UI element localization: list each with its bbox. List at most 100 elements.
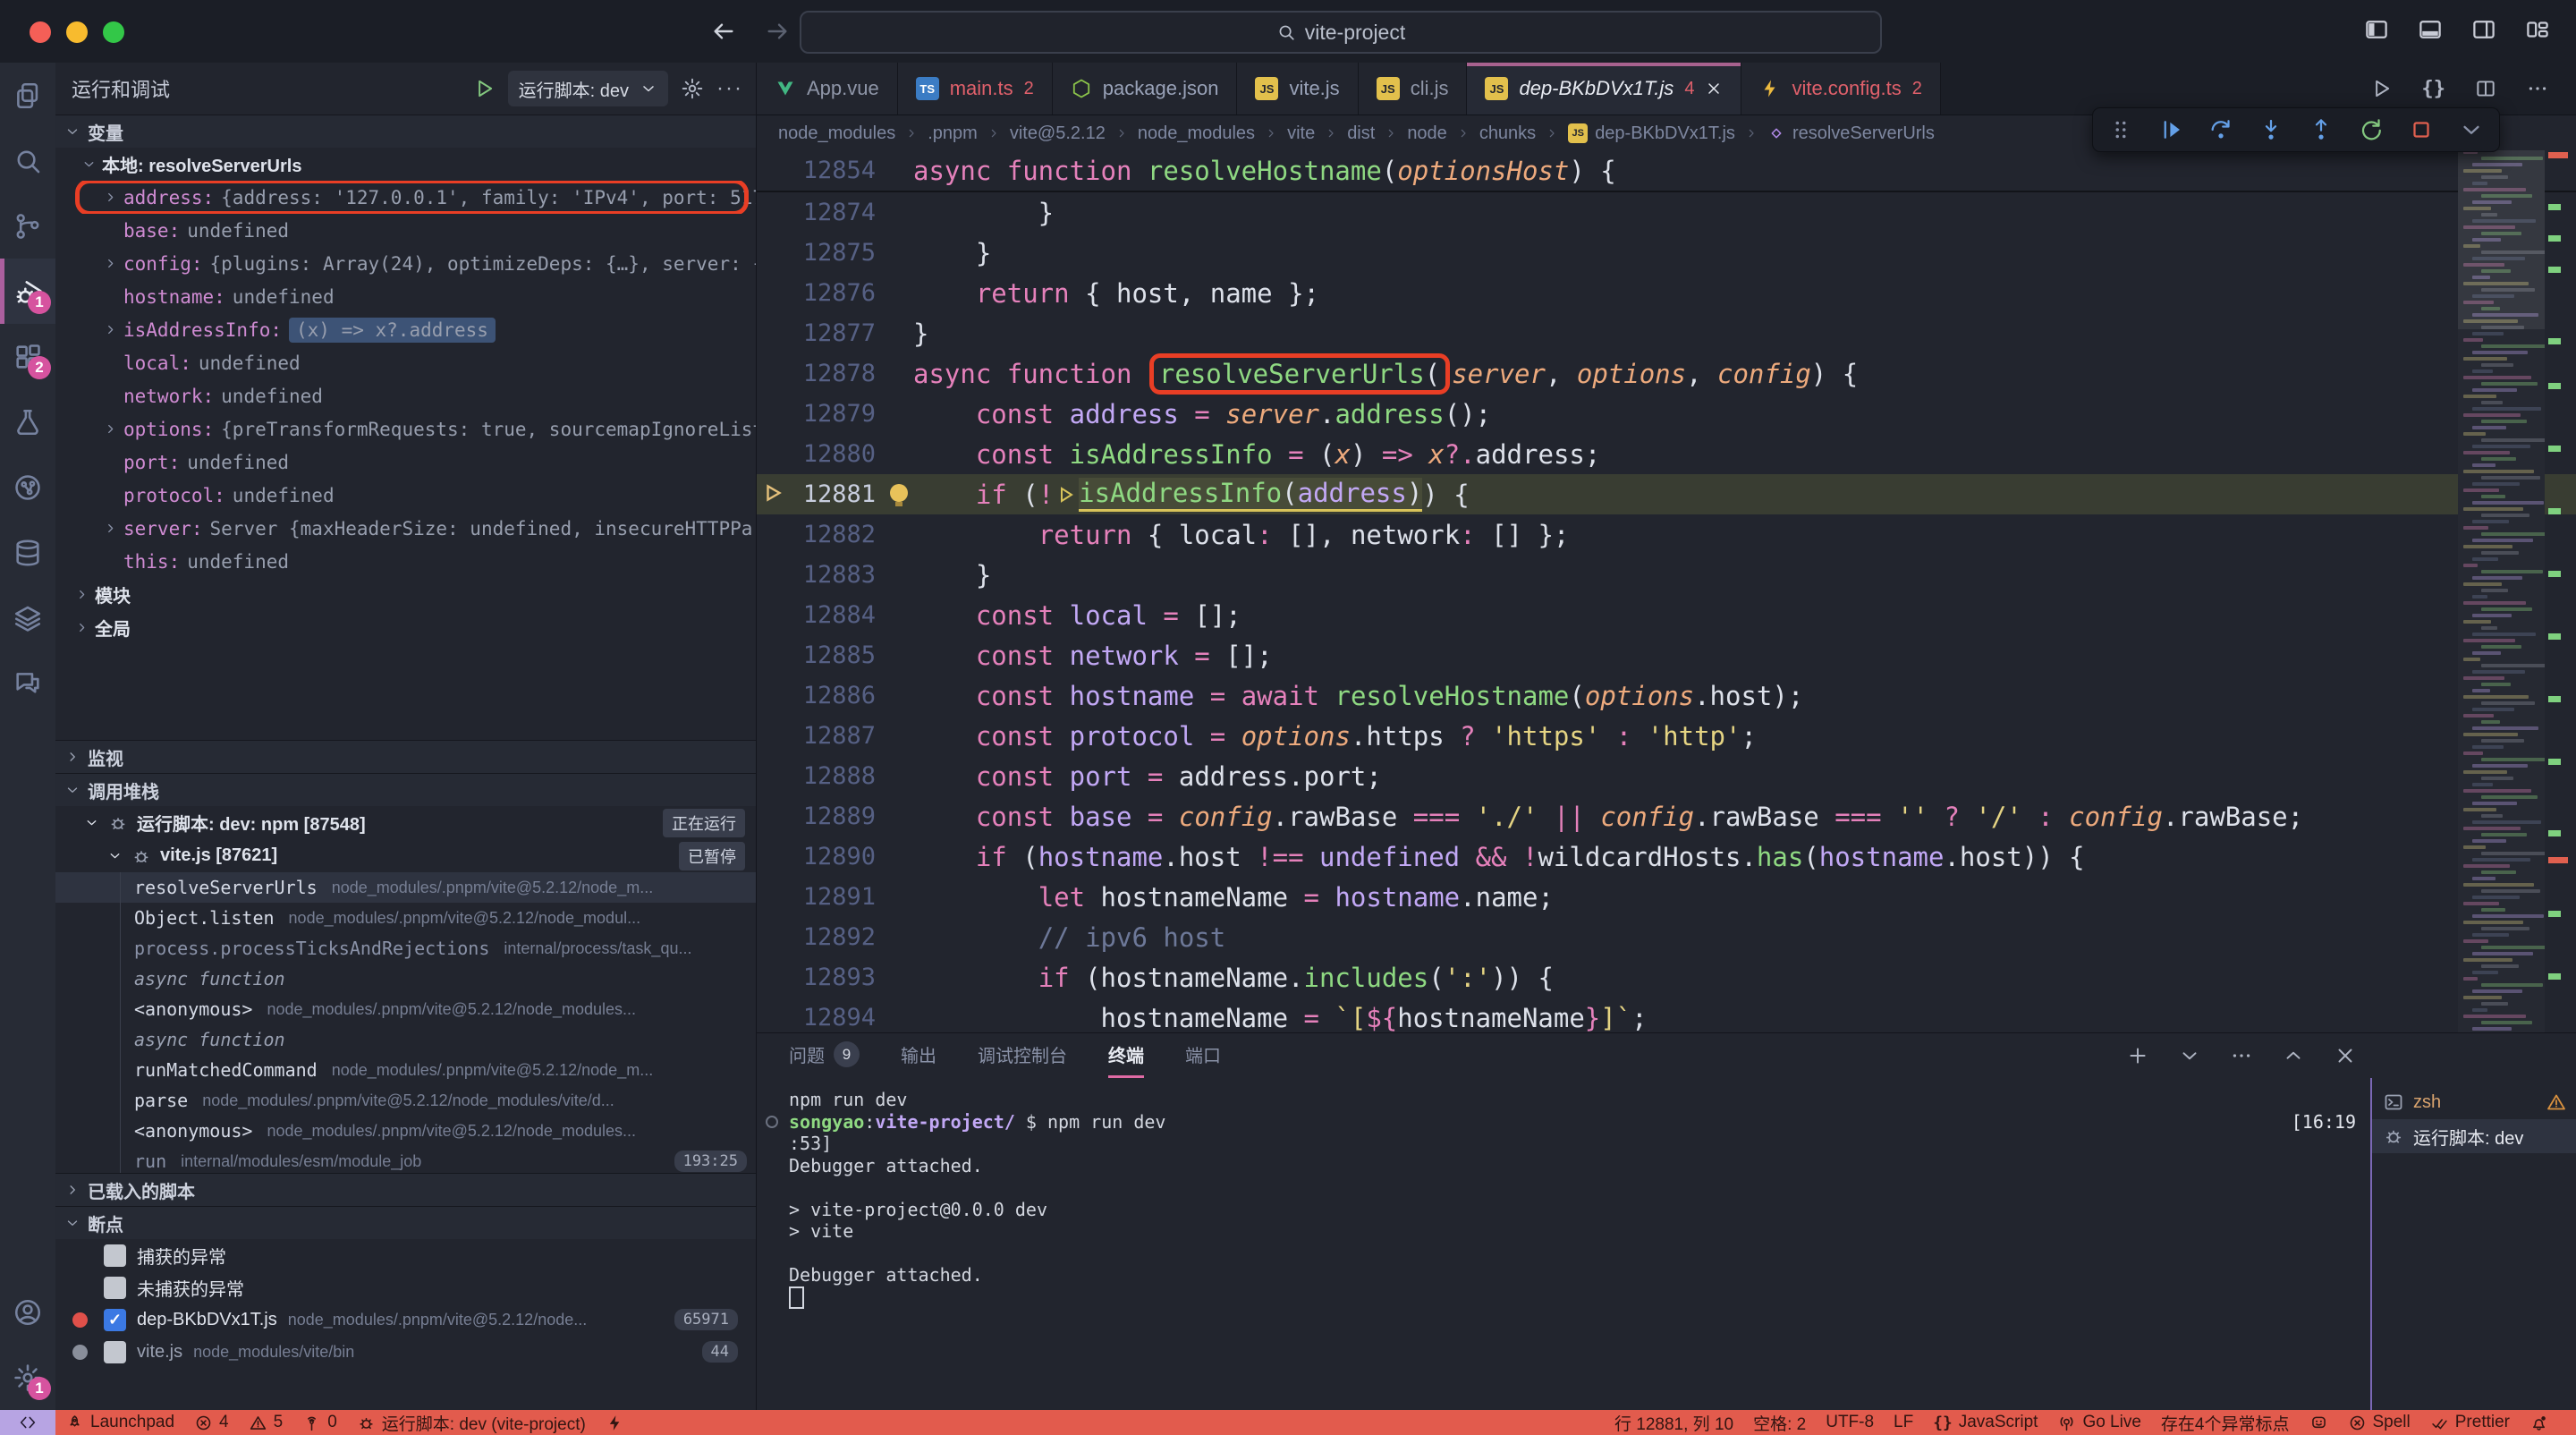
code-line-12888[interactable]: 12888 const port = address.port; — [757, 756, 2576, 796]
code-line-12880[interactable]: 12880 const isAddressInfo = (x) => x?.ad… — [757, 434, 2576, 474]
variable-row[interactable]: hostname:undefined — [55, 280, 756, 313]
status-Go Live[interactable]: Go Live — [2047, 1413, 2150, 1432]
line-number[interactable]: 12881 — [757, 474, 913, 514]
more-actions-icon[interactable]: ··· — [716, 76, 743, 101]
status-空格: 2[interactable]: 空格: 2 — [1743, 1411, 1816, 1435]
line-number[interactable]: 12885 — [757, 635, 913, 675]
code-line-12887[interactable]: 12887 const protocol = options.https ? '… — [757, 716, 2576, 756]
panel-tab-端口[interactable]: 端口 — [1185, 1033, 1221, 1078]
breakpoint-checkbox[interactable] — [104, 1277, 126, 1299]
variable-row[interactable]: base:undefined — [55, 214, 756, 247]
code-line-12876[interactable]: 12876 return { host, name }; — [757, 273, 2576, 313]
variable-row[interactable]: server:Server {maxHeaderSize: undefined,… — [55, 512, 756, 545]
line-number[interactable]: 12878 — [757, 353, 913, 394]
split-icon[interactable] — [2474, 77, 2497, 100]
code-line-12891[interactable]: 12891 let hostnameName = hostname.name; — [757, 877, 2576, 917]
debug-continue-icon[interactable] — [2157, 116, 2184, 143]
status-lightning[interactable] — [596, 1414, 634, 1432]
status-UTF-8[interactable]: UTF-8 — [1816, 1413, 1884, 1432]
line-number[interactable]: 12875 — [757, 233, 913, 273]
line-number[interactable]: 12889 — [757, 796, 913, 836]
code-line-12890[interactable]: 12890 if (hostname.host !== undefined &&… — [757, 836, 2576, 877]
debug-step-over-icon[interactable] — [2207, 116, 2234, 143]
line-number[interactable]: 12884 — [757, 595, 913, 635]
activity-settings[interactable]: 1 — [0, 1345, 55, 1410]
variable-group-row[interactable]: 全局 — [55, 611, 756, 644]
breadcrumb-item[interactable]: node — [1407, 123, 1447, 144]
breakpoint-checkbox[interactable]: ✓ — [104, 1309, 126, 1331]
status-存在4个异常标点[interactable]: 存在4个异常标点 — [2151, 1411, 2300, 1435]
status-运行脚本: dev (vite-project)[interactable]: 运行脚本: dev (vite-project) — [347, 1411, 596, 1435]
breadcrumb-item[interactable]: node_modules — [778, 123, 895, 144]
line-number[interactable]: 12883 — [757, 555, 913, 595]
activity-explorer[interactable] — [0, 63, 55, 128]
panel-tab-问题[interactable]: 问题9 — [789, 1033, 860, 1078]
line-number[interactable]: 12854 — [757, 150, 913, 191]
section-header-breakpoints[interactable]: 断点 — [55, 1206, 756, 1239]
forward-icon[interactable] — [763, 17, 793, 47]
minimap[interactable] — [2458, 150, 2545, 1036]
status-bell[interactable] — [2520, 1414, 2558, 1432]
line-number[interactable]: 12890 — [757, 836, 913, 877]
braces-icon[interactable]: {} — [2421, 77, 2445, 100]
tab-App.vue[interactable]: App.vue — [757, 63, 898, 115]
panel-tab-调试控制台[interactable]: 调试控制台 — [978, 1033, 1067, 1078]
activity-account[interactable] — [0, 1279, 55, 1345]
code-editor[interactable]: 12854async function resolveHostname(opti… — [757, 150, 2576, 1036]
section-header-call-stack[interactable]: 调用堆栈 — [55, 773, 756, 806]
code-line-12874[interactable]: 12874 } — [757, 192, 2576, 233]
breadcrumb-item[interactable]: resolveServerUrls — [1767, 123, 1935, 144]
remote-indicator[interactable] — [0, 1410, 55, 1435]
activity-run-debug[interactable]: 1 — [0, 259, 55, 324]
plus-icon[interactable] — [2126, 1044, 2149, 1067]
stack-frame-row[interactable]: runMatchedCommandnode_modules/.pnpm/vite… — [55, 1055, 756, 1085]
activity-source-control[interactable] — [0, 193, 55, 259]
variable-row[interactable]: options:{preTransformRequests: true, sou… — [55, 412, 756, 446]
activity-extensions[interactable]: 2 — [0, 324, 55, 389]
code-line-12886[interactable]: 12886 const hostname = await resolveHost… — [757, 675, 2576, 716]
panel-tab-终端[interactable]: 终端 — [1108, 1033, 1144, 1078]
variable-row[interactable]: protocol:undefined — [55, 479, 756, 512]
variable-row[interactable]: port:undefined — [55, 446, 756, 479]
close-icon[interactable] — [2334, 1044, 2357, 1067]
activity-comments[interactable] — [0, 650, 55, 716]
terminal-output[interactable]: npm run devsongyao:vite-project/ $ npm r… — [757, 1078, 2370, 1410]
tab-vite.js[interactable]: JSvite.js — [1237, 63, 1358, 115]
status-Spell[interactable]: Spell — [2338, 1413, 2420, 1432]
variable-row[interactable]: isAddressInfo:(x) => x?.address — [55, 313, 756, 346]
section-header-watch[interactable]: 监视 — [55, 740, 756, 773]
close-icon[interactable] — [1705, 80, 1723, 98]
variable-row[interactable]: this:undefined — [55, 545, 756, 578]
stack-frame-row[interactable]: async function — [55, 964, 756, 994]
breadcrumb-item[interactable]: dist — [1347, 123, 1375, 144]
section-header-variables[interactable]: 变量 — [55, 115, 756, 148]
terminal-list-item-zsh[interactable]: zsh — [2372, 1085, 2576, 1119]
zoom-window-button[interactable] — [103, 21, 124, 43]
chev-down-icon[interactable] — [2178, 1044, 2201, 1067]
variable-group-row[interactable]: 模块 — [55, 578, 756, 611]
activity-testing[interactable] — [0, 389, 55, 454]
code-line-12882[interactable]: 12882 return { local: [], network: [] }; — [757, 514, 2576, 555]
line-number[interactable]: 12887 — [757, 716, 913, 756]
stack-frame-row[interactable]: Object.listennode_modules/.pnpm/vite@5.2… — [55, 903, 756, 933]
status-Launchpad[interactable]: Launchpad — [55, 1413, 184, 1432]
callstack-thread-row[interactable]: vite.js [87621]已暂停 — [55, 839, 756, 872]
code-line-12854[interactable]: 12854async function resolveHostname(opti… — [757, 150, 2576, 192]
line-number[interactable]: 12893 — [757, 957, 913, 998]
breadcrumb-item[interactable]: .pnpm — [928, 123, 978, 144]
code-line-12879[interactable]: 12879 const address = server.address(); — [757, 394, 2576, 434]
line-number[interactable]: 12891 — [757, 877, 913, 917]
status-LF[interactable]: LF — [1884, 1413, 1923, 1432]
inline-step-target-icon[interactable] — [1055, 484, 1077, 505]
breadcrumb-item[interactable]: chunks — [1479, 123, 1536, 144]
run-icon[interactable] — [2369, 77, 2393, 100]
tab-main.ts[interactable]: TSmain.ts2 — [898, 63, 1053, 115]
more-icon[interactable] — [2526, 77, 2549, 100]
stack-frame-row[interactable]: <anonymous>node_modules/.pnpm/vite@5.2.1… — [55, 994, 756, 1024]
debug-chev-down-icon[interactable] — [2458, 116, 2485, 143]
line-number[interactable]: 12886 — [757, 675, 913, 716]
variable-scope-row[interactable]: 本地: resolveServerUrls — [55, 148, 756, 181]
stack-frame-row[interactable]: resolveServerUrlsnode_modules/.pnpm/vite… — [55, 872, 756, 903]
layout-panel-icon[interactable] — [2417, 16, 2444, 43]
code-line-12884[interactable]: 12884 const local = []; — [757, 595, 2576, 635]
